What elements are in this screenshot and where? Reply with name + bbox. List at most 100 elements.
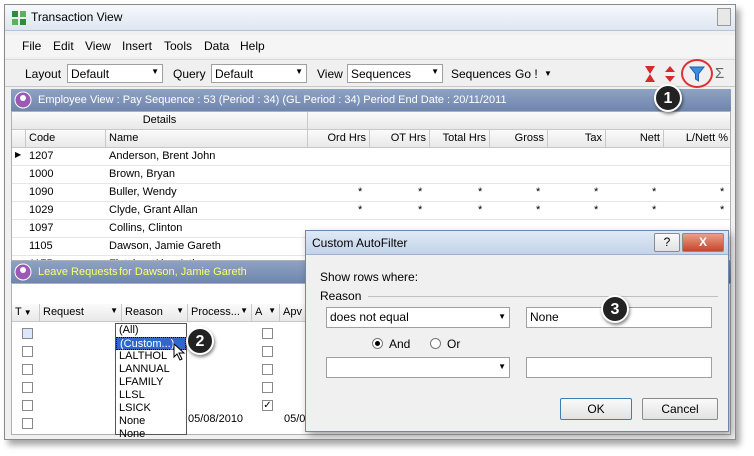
filter-dropdown-icon[interactable]: ▼ [24, 308, 32, 317]
or-radio[interactable] [430, 338, 441, 349]
table-row[interactable]: 1000 Brown, Bryan [12, 166, 730, 184]
chevron-down-icon: ▼ [431, 67, 439, 76]
window-control[interactable] [717, 8, 731, 26]
filter-dropdown-icon[interactable]: ▼ [110, 306, 118, 315]
column-t[interactable]: T ▼ [12, 304, 40, 322]
checkbox[interactable] [262, 382, 273, 393]
show-rows-label: Show rows where: [320, 270, 419, 284]
hourglass-icon[interactable] [643, 65, 657, 83]
reason-option-lsick[interactable]: LSICK [116, 402, 186, 415]
checkbox[interactable] [262, 346, 273, 357]
view-label: View [317, 67, 343, 81]
column-gross[interactable]: Gross [490, 130, 548, 148]
column-name[interactable]: Name [106, 130, 308, 148]
reason-option-lannual[interactable]: LANNUAL [116, 363, 186, 376]
table-row[interactable]: 1090 Buller, Wendy * * * * * * * [12, 184, 730, 202]
query-label: Query [173, 67, 206, 81]
operator-select[interactable]: does not equal ▼ [326, 307, 510, 328]
column-a[interactable]: A ▼ [252, 304, 280, 322]
header-spacer [308, 112, 730, 130]
column-request-label: Request [43, 306, 84, 318]
chevron-down-icon: ▼ [151, 67, 159, 76]
reason-option-all[interactable]: (All) [116, 324, 186, 337]
go-button[interactable]: Go ! [515, 67, 538, 81]
checkbox[interactable] [22, 364, 33, 375]
reason-option-llsl[interactable]: LLSL [116, 389, 186, 402]
help-button[interactable]: ? [654, 233, 680, 252]
column-t-label: T [15, 306, 22, 318]
value-cell: * [536, 204, 541, 216]
layout-select[interactable]: Default ▼ [67, 64, 163, 83]
employee-code: 1090 [29, 186, 54, 198]
chevron-down-icon[interactable]: ▼ [544, 69, 552, 78]
checkbox-checked[interactable]: ✓ [262, 400, 273, 411]
column-code[interactable]: Code [26, 130, 106, 148]
second-value-input[interactable] [526, 357, 712, 378]
table-row[interactable]: 1029 Clyde, Grant Allan * * * * * * * [12, 202, 730, 220]
value-cell: * [536, 186, 541, 198]
checkbox[interactable] [22, 418, 33, 429]
column-total-hrs[interactable]: Total Hrs [430, 130, 490, 148]
column-ot-hrs[interactable]: OT Hrs [370, 130, 430, 148]
employee-code: 1029 [29, 204, 54, 216]
and-label: And [389, 337, 411, 351]
second-operator-select[interactable]: ▼ [326, 357, 510, 378]
checkbox[interactable] [22, 328, 33, 339]
employee-code: 1000 [29, 168, 54, 180]
row-selector-icon[interactable]: ▶ [15, 150, 21, 159]
menu-data[interactable]: Data [204, 39, 229, 53]
leave-process-date: 05/08/2010 [188, 413, 244, 425]
menu-help[interactable]: Help [240, 39, 265, 53]
close-button[interactable]: X [682, 233, 724, 252]
column-tax[interactable]: Tax [548, 130, 606, 148]
column-request[interactable]: Request ▼ [40, 304, 122, 322]
reason-filter-list: (All) (Custom...) LALTHOL LANNUAL LFAMIL… [115, 323, 187, 439]
reason-option-none-2[interactable]: None [116, 428, 186, 439]
and-radio[interactable] [372, 338, 383, 349]
filter-dropdown-icon[interactable]: ▼ [240, 306, 248, 315]
reason-option-none[interactable]: None [116, 415, 186, 428]
custom-autofilter-dialog: Custom AutoFilter ? X Show rows where: R… [305, 230, 729, 432]
menu-view[interactable]: View [85, 39, 111, 53]
ok-button[interactable]: OK [560, 398, 632, 420]
checkbox[interactable] [22, 382, 33, 393]
employee-code: 1105 [29, 240, 53, 252]
column-reason[interactable]: Reason ▼ [122, 304, 188, 322]
column-nett[interactable]: Nett [606, 130, 664, 148]
column-process-label: Process... [191, 306, 240, 318]
leave-approval-date: 05/0 [284, 413, 306, 425]
transaction-view-window: Transaction View File Edit View Insert T… [4, 4, 736, 440]
employee-name: Brown, Bryan [109, 168, 176, 180]
filter-dropdown-icon[interactable]: ▼ [268, 306, 276, 315]
column-a-label: A [255, 306, 263, 318]
cancel-button[interactable]: Cancel [642, 398, 718, 420]
value-cell: * [594, 186, 599, 198]
employee-name: Buller, Wendy [109, 186, 177, 198]
checkbox[interactable] [22, 400, 33, 411]
callout-badge-3: 3 [601, 295, 629, 323]
column-process[interactable]: Process... ▼ [188, 304, 252, 322]
column-ord-hrs[interactable]: Ord Hrs [308, 130, 370, 148]
details-header: Details [12, 112, 308, 130]
menu-insert[interactable]: Insert [122, 39, 152, 53]
checkbox[interactable] [22, 346, 33, 357]
divider [368, 296, 718, 297]
checkbox[interactable] [262, 364, 273, 375]
filter-icon[interactable] [689, 65, 705, 83]
filter-dropdown-icon[interactable]: ▼ [176, 306, 184, 315]
column-reason-label: Reason [125, 306, 163, 318]
query-select[interactable]: Default ▼ [211, 64, 307, 83]
sort-icon[interactable] [663, 65, 677, 83]
checkbox[interactable] [262, 328, 273, 339]
radio-dot [375, 341, 380, 346]
column-lnett-pct[interactable]: L/Nett % [664, 130, 730, 148]
view-select[interactable]: Sequences ▼ [347, 64, 443, 83]
menu-edit[interactable]: Edit [53, 39, 74, 53]
sum-icon[interactable]: Σ [715, 65, 724, 82]
table-row[interactable]: ▶ 1207 Anderson, Brent John [12, 148, 730, 166]
menu-file[interactable]: File [22, 39, 41, 53]
reason-option-lfamily[interactable]: LFAMILY [116, 376, 186, 389]
chevron-down-icon: ▼ [498, 312, 506, 321]
menu-tools[interactable]: Tools [164, 39, 192, 53]
employee-name: Clyde, Grant Allan [109, 204, 198, 216]
